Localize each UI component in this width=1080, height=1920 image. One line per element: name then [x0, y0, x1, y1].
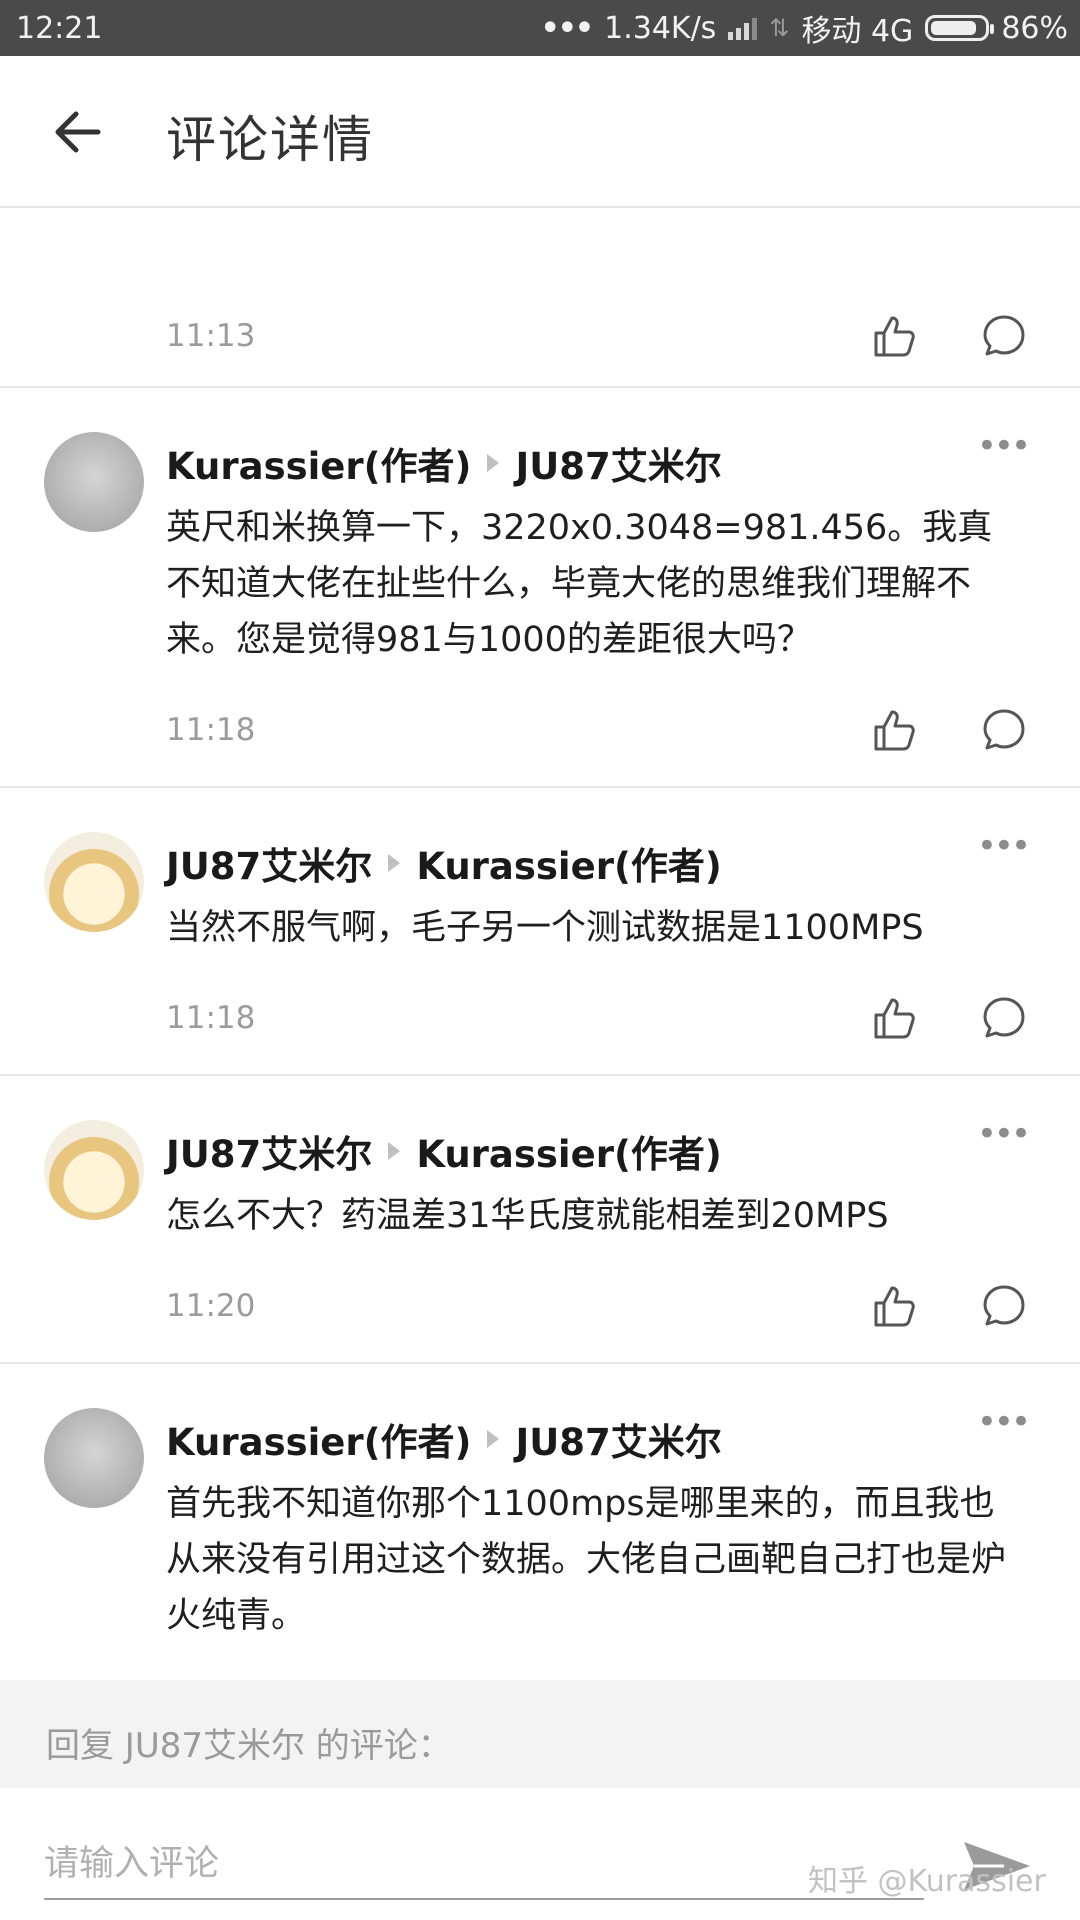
thumbs-up-icon[interactable]	[870, 1282, 918, 1330]
author-name[interactable]: JU87艾米尔	[166, 836, 372, 890]
reply-to-name[interactable]: Kurassier(作者)	[416, 836, 721, 890]
author-name[interactable]: Kurassier(作者)	[166, 1412, 471, 1466]
comment-authors: JU87艾米尔 Kurassier(作者)	[166, 836, 722, 890]
signal-icon	[728, 16, 758, 40]
header: 评论详情	[0, 56, 1080, 208]
comment-authors: JU87艾米尔 Kurassier(作者)	[166, 1124, 722, 1178]
comment-item: JU87艾米尔 Kurassier(作者) ••• 怎么不大？药温差31华氏度就…	[0, 1076, 1080, 1364]
reply-to-name[interactable]: JU87艾米尔	[515, 436, 721, 490]
comment-time: 11:18	[166, 1000, 256, 1036]
avatar[interactable]	[44, 1408, 144, 1508]
comment-input-bar	[0, 1788, 1080, 1920]
status-bar: 12:21 ••• 1.34K/s ⇅ 移动 4G 86%	[0, 0, 1080, 56]
author-name[interactable]: JU87艾米尔	[166, 1124, 372, 1178]
comment-authors: Kurassier(作者) JU87艾米尔	[166, 1412, 722, 1466]
comment-time: 11:13	[166, 318, 256, 354]
reply-arrow-icon	[487, 1430, 500, 1448]
comment-time: 11:20	[166, 1288, 256, 1324]
comment-time: 11:18	[166, 712, 256, 748]
comment-bubble-icon[interactable]	[980, 312, 1028, 360]
arrow-left-icon[interactable]	[46, 100, 110, 164]
battery-percent: 86%	[1001, 10, 1068, 46]
comment-item: JU87艾米尔 Kurassier(作者) ••• 当然不服气啊，毛子另一个测试…	[0, 788, 1080, 1076]
comment-bubble-icon[interactable]	[980, 1282, 1028, 1330]
status-dots: •••	[540, 10, 595, 46]
more-options-icon[interactable]: •••	[977, 426, 1031, 466]
page-title: 评论详情	[166, 111, 374, 169]
avatar[interactable]	[44, 432, 144, 532]
comment-text: 首先我不知道你那个1100mps是哪里来的，而且我也从来没有引用过这个数据。大佬…	[166, 1484, 1007, 1636]
avatar[interactable]	[44, 832, 144, 932]
author-name[interactable]: Kurassier(作者)	[166, 436, 471, 490]
comment-authors: Kurassier(作者) JU87艾米尔	[166, 436, 722, 490]
comment-text: 怎么不大？药温差31华氏度就能相差到20MPS	[166, 1196, 889, 1236]
reply-arrow-icon	[388, 854, 401, 872]
reply-to-name[interactable]: Kurassier(作者)	[416, 1124, 721, 1178]
reply-arrow-icon	[487, 454, 500, 472]
reply-to-name[interactable]: JU87艾米尔	[515, 1412, 721, 1466]
comment-bubble-icon[interactable]	[980, 994, 1028, 1042]
thumbs-up-icon[interactable]	[870, 312, 918, 360]
watermark: 知乎 @Kurassier	[808, 1864, 1046, 1899]
comment-input[interactable]	[44, 1830, 924, 1900]
carrier-label: 移动 4G	[801, 14, 914, 49]
more-options-icon[interactable]: •••	[977, 826, 1031, 866]
comment-text: 英尺和米换算一下，3220x0.3048=981.456。我真不知道大佬在扯些什…	[166, 508, 993, 660]
data-arrows-icon: ⇅	[769, 14, 790, 42]
comment-text: 没有牛货还跟我在这里扯皮，把你骗牛货倒是挺厉害	[166, 208, 1026, 218]
status-time: 12:21	[16, 10, 103, 46]
comment-detail-sheet: 评论详情 没有牛货还跟我在这里扯皮，把你骗牛货倒是挺厉害 11:13 Kuras…	[0, 56, 1080, 1920]
more-options-icon[interactable]: •••	[977, 1114, 1031, 1154]
comment-list[interactable]: 没有牛货还跟我在这里扯皮，把你骗牛货倒是挺厉害 11:13 Kurassier(…	[0, 208, 1080, 1736]
thumbs-up-icon[interactable]	[870, 994, 918, 1042]
battery-icon	[925, 15, 995, 41]
avatar[interactable]	[44, 1120, 144, 1220]
reply-target-hint: 回复 JU87艾米尔 的评论：	[0, 1680, 1080, 1788]
status-right: ••• 1.34K/s ⇅ 移动 4G 86%	[541, 6, 1068, 50]
comment-item: Kurassier(作者) JU87艾米尔 ••• 英尺和米换算一下，3220x…	[0, 388, 1080, 788]
comment-bubble-icon[interactable]	[980, 706, 1028, 754]
network-speed: 1.34K/s	[604, 10, 717, 46]
comment-text: 当然不服气啊，毛子另一个测试数据是1100MPS	[166, 908, 924, 948]
reply-arrow-icon	[388, 1142, 401, 1160]
thumbs-up-icon[interactable]	[870, 706, 918, 754]
more-options-icon[interactable]: •••	[977, 1402, 1031, 1442]
comment-item: 没有牛货还跟我在这里扯皮，把你骗牛货倒是挺厉害 11:13	[0, 208, 1080, 388]
